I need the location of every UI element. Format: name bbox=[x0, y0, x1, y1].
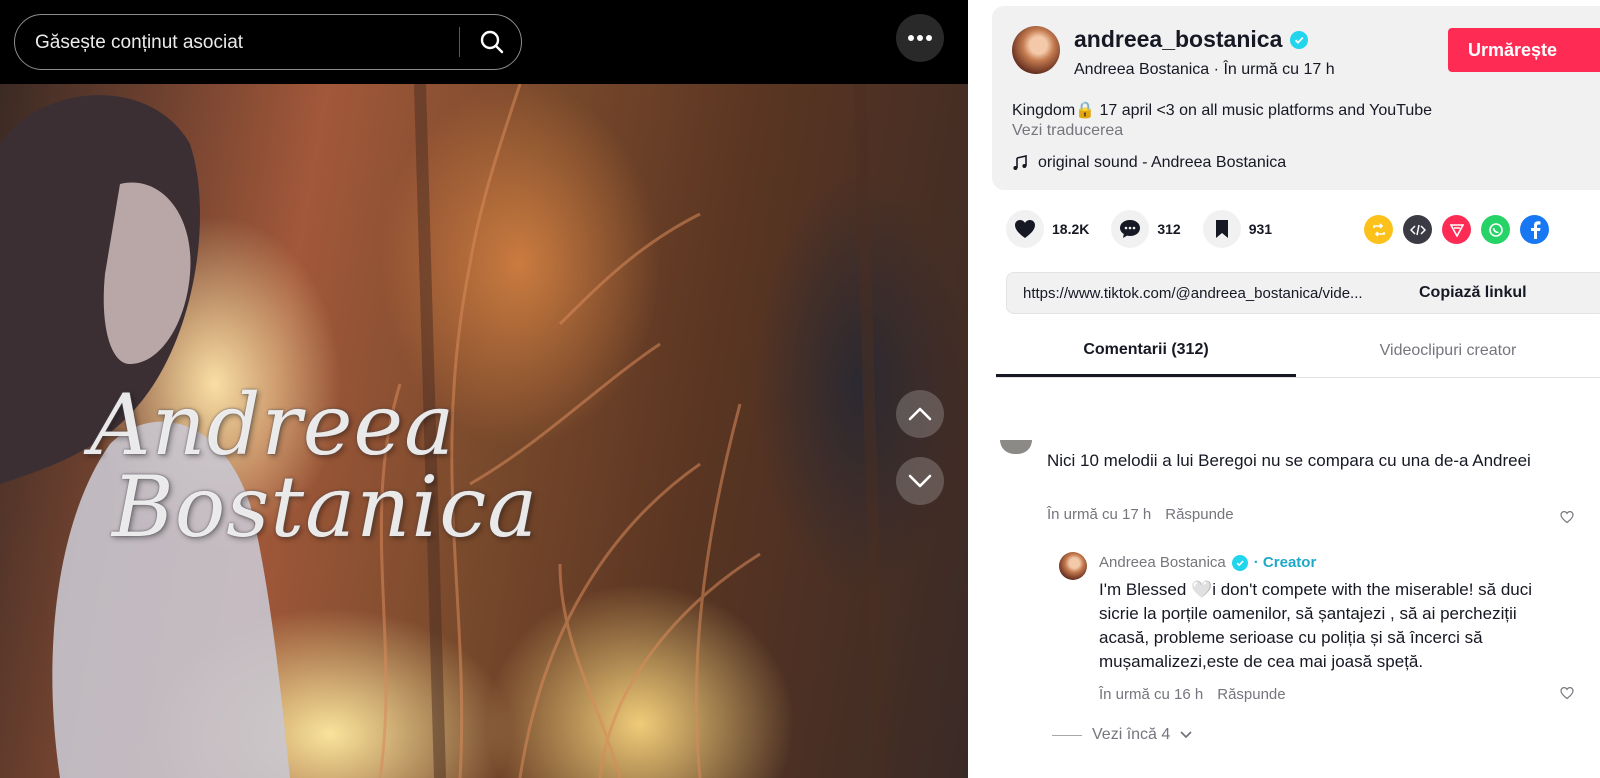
view-more-label: Vezi încă 4 bbox=[1092, 726, 1171, 743]
search-divider bbox=[459, 27, 460, 57]
share-link-box: https://www.tiktok.com/@andreea_bostanic… bbox=[1006, 272, 1600, 314]
video-pane[interactable]: Andreea Bostanica bbox=[0, 0, 968, 778]
comment-like-icon[interactable] bbox=[1560, 510, 1574, 524]
next-video-button[interactable] bbox=[896, 457, 944, 505]
reply-author-avatar[interactable] bbox=[1059, 552, 1087, 580]
reply-header: Andreea Bostanica · Creator bbox=[1099, 554, 1316, 571]
commenter-avatar[interactable] bbox=[1000, 440, 1032, 454]
separator-dot: · bbox=[1213, 61, 1224, 78]
save-count: 931 bbox=[1248, 221, 1273, 237]
view-more-replies[interactable]: Vezi încă 4 bbox=[1052, 726, 1192, 744]
comment-action[interactable]: 312 bbox=[1111, 210, 1181, 248]
previous-video-button[interactable] bbox=[896, 390, 944, 438]
comment-button[interactable] bbox=[1111, 210, 1150, 248]
comment-meta: În urmă cu 17 h Răspunde bbox=[1047, 506, 1234, 523]
music-note-icon bbox=[1013, 155, 1027, 170]
share-link-url[interactable]: https://www.tiktok.com/@andreea_bostanic… bbox=[1023, 285, 1363, 302]
divider-line bbox=[1052, 734, 1082, 736]
more-icon bbox=[908, 35, 932, 41]
verified-badge-icon bbox=[1290, 30, 1309, 49]
facebook-icon[interactable] bbox=[1520, 215, 1549, 244]
reply-reply-button[interactable]: Răspunde bbox=[1217, 686, 1285, 703]
reply-text: I'm Blessed 🤍i don't compete with the mi… bbox=[1099, 580, 1533, 671]
search-icon bbox=[480, 30, 504, 54]
post-info-card: andreea_bostanica Andreea Bostanica · În… bbox=[992, 6, 1600, 190]
reply-author-name[interactable]: Andreea Bostanica bbox=[1099, 554, 1226, 571]
reply-time: În urmă cu 16 h bbox=[1099, 686, 1204, 703]
sound-row[interactable]: original sound - Andreea Bostanica bbox=[1012, 154, 1286, 172]
share-icons bbox=[1364, 215, 1549, 244]
post-description: Kingdom🔒 17 april <3 on all music platfo… bbox=[1012, 102, 1433, 119]
video-watermark: Andreea Bostanica bbox=[90, 383, 539, 556]
send-icon[interactable] bbox=[1442, 215, 1471, 244]
search-input[interactable] bbox=[33, 15, 457, 70]
heart-icon bbox=[1015, 220, 1035, 238]
embed-icon[interactable] bbox=[1403, 215, 1432, 244]
watermark-line-2: Bostanica bbox=[112, 458, 539, 556]
post-time: În urmă cu 17 h bbox=[1223, 61, 1335, 78]
action-bar: 18.2K 312 931 bbox=[1006, 210, 1294, 248]
author-username[interactable]: andreea_bostanica bbox=[1074, 26, 1282, 53]
username-row: andreea_bostanica bbox=[1074, 26, 1309, 53]
comment-count: 312 bbox=[1157, 221, 1181, 237]
author-display-name: Andreea Bostanica bbox=[1074, 61, 1210, 78]
like-count: 18.2K bbox=[1052, 221, 1090, 237]
follow-button[interactable]: Urmărește bbox=[1448, 28, 1600, 72]
sound-title: original sound - Andreea Bostanica bbox=[1038, 154, 1287, 171]
save-action[interactable]: 931 bbox=[1202, 210, 1273, 248]
tab-creator-videos[interactable]: Videoclipuri creator bbox=[1296, 325, 1600, 377]
details-panel: andreea_bostanica Andreea Bostanica · În… bbox=[968, 0, 1600, 778]
more-options-button[interactable] bbox=[896, 14, 944, 62]
comment-text: Nici 10 melodii a lui Beregoi nu se comp… bbox=[1047, 451, 1531, 470]
like-action[interactable]: 18.2K bbox=[1006, 210, 1089, 248]
comment-bubble-icon bbox=[1120, 220, 1141, 238]
video-top-bar bbox=[0, 0, 968, 84]
bookmark-icon bbox=[1215, 220, 1228, 238]
search-box[interactable] bbox=[14, 14, 522, 70]
author-subline: Andreea Bostanica · În urmă cu 17 h bbox=[1074, 61, 1335, 79]
comment-time: În urmă cu 17 h bbox=[1047, 506, 1152, 523]
translate-link[interactable]: Vezi traducerea bbox=[1012, 122, 1123, 140]
comment-reply-button[interactable]: Răspunde bbox=[1165, 506, 1233, 523]
search-button[interactable] bbox=[471, 21, 513, 63]
creator-badge: · Creator bbox=[1253, 554, 1317, 571]
reply-like-icon[interactable] bbox=[1560, 686, 1574, 700]
reply-verified-icon bbox=[1231, 554, 1248, 571]
copy-link-button[interactable]: Copiază linkul bbox=[1419, 284, 1527, 302]
panel-tabs: Comentarii (312) Videoclipuri creator bbox=[996, 325, 1600, 378]
repost-icon[interactable] bbox=[1364, 215, 1393, 244]
tab-comments[interactable]: Comentarii (312) bbox=[996, 325, 1296, 377]
reply-meta: În urmă cu 16 h Răspunde bbox=[1099, 686, 1286, 703]
chevron-up-icon bbox=[908, 407, 932, 421]
chevron-down-icon bbox=[1180, 731, 1192, 739]
video-frame[interactable]: Andreea Bostanica bbox=[0, 84, 968, 778]
chevron-down-icon bbox=[908, 474, 932, 488]
like-button[interactable] bbox=[1006, 210, 1044, 248]
save-button[interactable] bbox=[1202, 210, 1241, 248]
whatsapp-icon[interactable] bbox=[1481, 215, 1510, 244]
author-avatar[interactable] bbox=[1012, 26, 1060, 74]
